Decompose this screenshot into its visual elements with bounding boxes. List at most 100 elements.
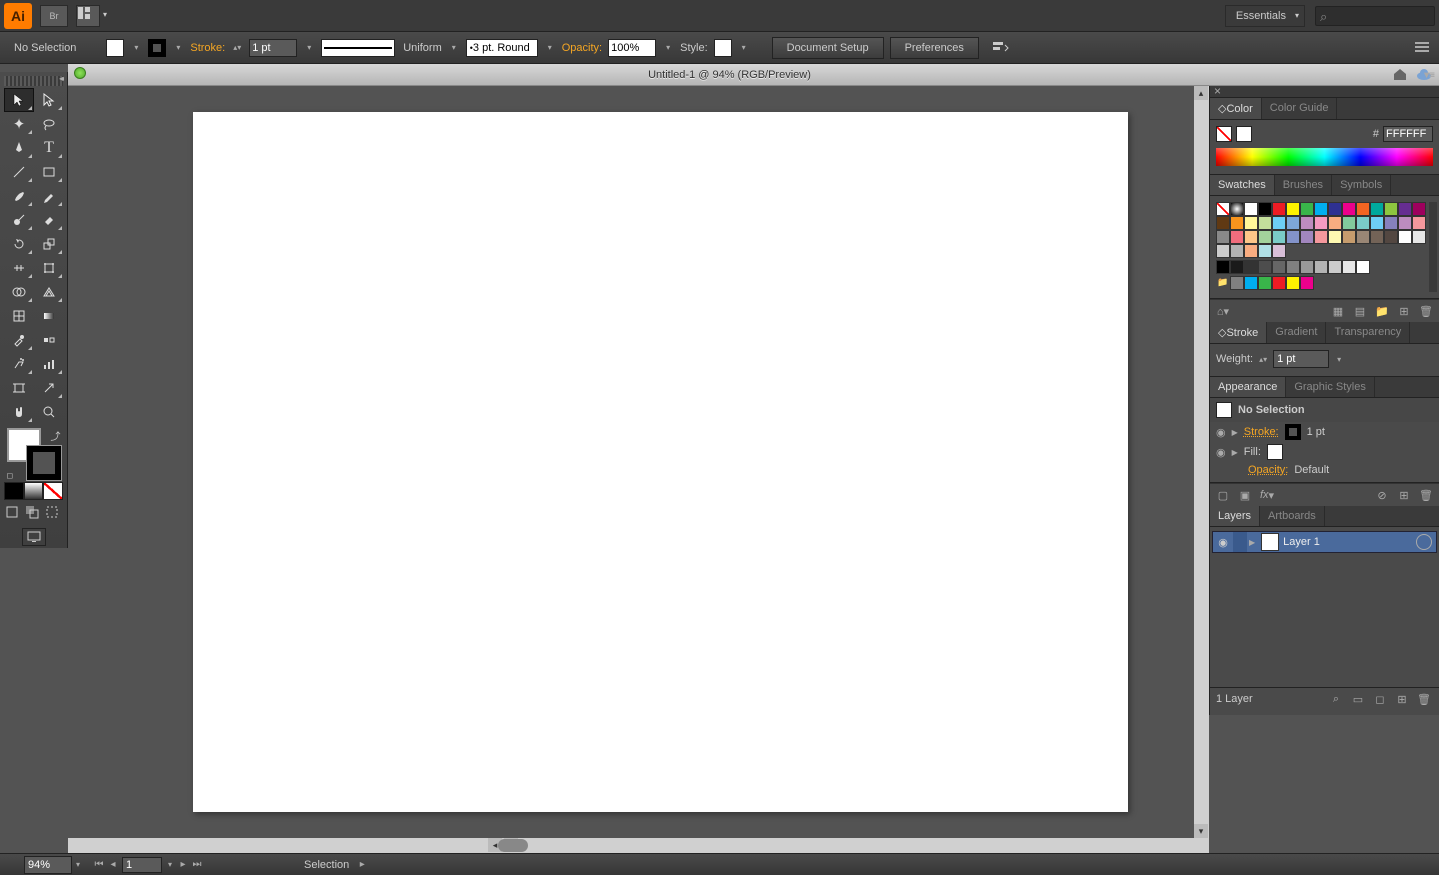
style-dropdown[interactable]: ▾ xyxy=(738,43,750,52)
swatch-item[interactable] xyxy=(1328,216,1342,230)
swatch-item[interactable] xyxy=(1342,202,1356,216)
color-spectrum[interactable] xyxy=(1216,148,1433,166)
perspective-grid-tool[interactable] xyxy=(34,280,64,304)
swatch-item[interactable] xyxy=(1258,276,1272,290)
artboard-number-input[interactable] xyxy=(122,857,162,873)
swatch-item[interactable] xyxy=(1258,202,1272,216)
appearance-stroke-label[interactable]: Stroke: xyxy=(1244,426,1279,438)
status-menu-button[interactable]: ▸ xyxy=(355,858,369,872)
weight-dropdown[interactable]: ▾ xyxy=(1333,355,1345,364)
stroke-weight-dropdown[interactable]: ▾ xyxy=(303,43,315,52)
selection-tool[interactable] xyxy=(4,88,34,112)
layer-lock-column[interactable] xyxy=(1233,532,1247,552)
stroke-swatch[interactable] xyxy=(148,39,166,57)
swatch-item[interactable] xyxy=(1328,202,1342,216)
swatch-item[interactable] xyxy=(1272,202,1286,216)
swatch-item[interactable] xyxy=(1314,260,1328,274)
pen-tool[interactable] xyxy=(4,136,34,160)
swatch-item[interactable] xyxy=(1398,216,1412,230)
color-none-swatch[interactable] xyxy=(1216,126,1232,142)
next-artboard-button[interactable]: ▸ xyxy=(176,858,190,872)
tab-gradient[interactable]: Gradient xyxy=(1267,322,1326,343)
swatch-item[interactable] xyxy=(1258,244,1272,258)
gradient-tool[interactable] xyxy=(34,304,64,328)
fill-swatch[interactable] xyxy=(106,39,124,57)
blob-brush-tool[interactable] xyxy=(4,208,34,232)
tab-artboards[interactable]: Artboards xyxy=(1260,506,1325,526)
paintbrush-tool[interactable] xyxy=(4,184,34,208)
swatch-item[interactable] xyxy=(1272,244,1286,258)
color-fill-swatch[interactable] xyxy=(1236,126,1252,142)
swatch-item[interactable] xyxy=(1216,260,1230,274)
opacity-label[interactable]: Opacity: xyxy=(562,42,602,54)
tab-color-guide[interactable]: Color Guide xyxy=(1262,98,1338,119)
horizontal-scroll-thumb[interactable] xyxy=(498,839,528,852)
line-tool[interactable] xyxy=(4,160,34,184)
swatch-item[interactable] xyxy=(1398,230,1412,244)
scroll-up-icon[interactable]: ▴ xyxy=(1194,86,1208,100)
fill-dropdown[interactable]: ▾ xyxy=(130,43,142,52)
prev-artboard-button[interactable]: ◂ xyxy=(106,858,120,872)
swatch-options-icon[interactable]: ▤ xyxy=(1351,303,1369,319)
blend-tool[interactable] xyxy=(34,328,64,352)
tab-swatches[interactable]: Swatches xyxy=(1210,175,1275,195)
tools-panel-grip[interactable] xyxy=(4,76,63,86)
swatch-item[interactable] xyxy=(1300,216,1314,230)
tab-color[interactable]: ◇Color xyxy=(1210,98,1262,119)
appearance-stroke-swatch[interactable] xyxy=(1285,424,1301,440)
swatch-item[interactable] xyxy=(1244,260,1258,274)
opacity-dropdown[interactable]: ▾ xyxy=(662,43,674,52)
stroke-dropdown[interactable]: ▾ xyxy=(172,43,184,52)
swatch-item[interactable] xyxy=(1342,216,1356,230)
swatch-item[interactable] xyxy=(1328,260,1342,274)
rotate-tool[interactable] xyxy=(4,232,34,256)
magic-wand-tool[interactable]: ✦ xyxy=(4,112,34,136)
swatch-item[interactable] xyxy=(1412,230,1426,244)
swatch-item[interactable] xyxy=(1216,202,1230,216)
horizontal-scrollbar[interactable]: ◂ ▸ xyxy=(68,838,1209,853)
show-swatch-kinds-icon[interactable]: ▦ xyxy=(1329,303,1347,319)
add-effect-icon[interactable]: fx▾ xyxy=(1258,487,1276,503)
direct-selection-tool[interactable] xyxy=(34,88,64,112)
swatch-item[interactable] xyxy=(1244,244,1258,258)
swatch-item[interactable] xyxy=(1230,244,1244,258)
stroke-label[interactable]: Stroke: xyxy=(190,42,225,54)
brush-dropdown[interactable]: ▾ xyxy=(544,43,556,52)
panel-close-bar[interactable] xyxy=(1210,86,1439,98)
swatch-item[interactable] xyxy=(1216,230,1230,244)
tab-brushes[interactable]: Brushes xyxy=(1275,175,1332,195)
arrange-documents-button[interactable] xyxy=(76,5,100,27)
new-fill-icon[interactable]: ▣ xyxy=(1236,487,1254,503)
slice-tool[interactable] xyxy=(34,376,64,400)
disclosure-icon[interactable]: ▶ xyxy=(1232,448,1238,457)
layer-disclosure-icon[interactable]: ▶ xyxy=(1249,538,1255,547)
delete-swatch-icon[interactable]: 🗑 xyxy=(1417,303,1435,319)
swatch-item[interactable] xyxy=(1258,216,1272,230)
canvas-area[interactable]: ▴ ▾ ◂ ▸ xyxy=(68,86,1209,853)
swatch-item[interactable] xyxy=(1272,230,1286,244)
new-swatch-icon[interactable]: ⊞ xyxy=(1395,303,1413,319)
column-graph-tool[interactable] xyxy=(34,352,64,376)
delete-item-icon[interactable]: 🗑 xyxy=(1417,487,1435,503)
profile-dropdown[interactable]: ▾ xyxy=(448,43,460,52)
swatch-item[interactable] xyxy=(1412,216,1426,230)
traffic-light-icon[interactable] xyxy=(74,67,86,79)
eraser-tool[interactable] xyxy=(34,208,64,232)
swatch-item[interactable] xyxy=(1356,216,1370,230)
fill-stroke-proxy[interactable]: ⤴ ◻ xyxy=(7,428,61,480)
zoom-dropdown[interactable]: ▾ xyxy=(72,860,84,869)
swatch-lib-menu-icon[interactable]: ⌂▾ xyxy=(1214,303,1232,319)
layer-visibility-icon[interactable]: ◉ xyxy=(1213,536,1233,549)
zoom-input[interactable] xyxy=(24,856,72,874)
swatch-item[interactable] xyxy=(1314,230,1328,244)
width-tool[interactable] xyxy=(4,256,34,280)
screen-mode-button[interactable] xyxy=(22,528,46,546)
scale-tool[interactable] xyxy=(34,232,64,256)
swatch-item[interactable] xyxy=(1286,276,1300,290)
new-stroke-icon[interactable]: ▢ xyxy=(1214,487,1232,503)
tab-appearance[interactable]: Appearance xyxy=(1210,377,1286,397)
swatch-item[interactable] xyxy=(1300,202,1314,216)
swatch-item[interactable] xyxy=(1230,276,1244,290)
swatch-item[interactable] xyxy=(1314,216,1328,230)
lasso-tool[interactable] xyxy=(34,112,64,136)
